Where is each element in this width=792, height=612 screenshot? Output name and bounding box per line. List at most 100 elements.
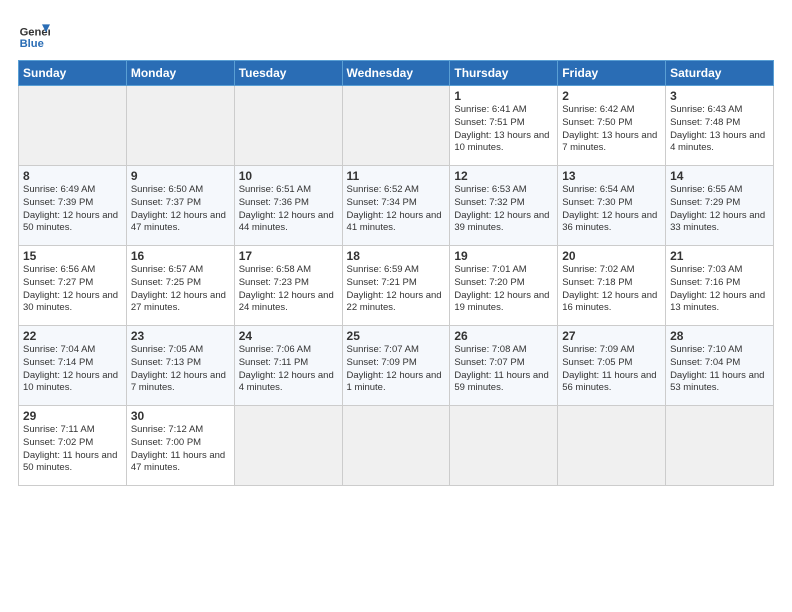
day-number: 16 [131,249,230,263]
day-number: 21 [670,249,769,263]
weekday-header-thursday: Thursday [450,61,558,86]
day-number: 19 [454,249,553,263]
day-number: 3 [670,89,769,103]
day-number: 29 [23,409,122,423]
calendar-day-cell [342,406,450,486]
day-info: Sunrise: 6:59 AMSunset: 7:21 PMDaylight:… [347,264,446,315]
calendar-day-cell: 30Sunrise: 7:12 AMSunset: 7:00 PMDayligh… [126,406,234,486]
calendar-day-cell: 15Sunrise: 6:56 AMSunset: 7:27 PMDayligh… [19,246,127,326]
day-number: 20 [562,249,661,263]
calendar-week-1: 1Sunrise: 6:41 AMSunset: 7:51 PMDaylight… [19,86,774,166]
day-number: 1 [454,89,553,103]
day-info: Sunrise: 6:53 AMSunset: 7:32 PMDaylight:… [454,184,553,235]
day-info: Sunrise: 7:12 AMSunset: 7:00 PMDaylight:… [131,424,230,475]
calendar-day-cell: 3Sunrise: 6:43 AMSunset: 7:48 PMDaylight… [666,86,774,166]
calendar-week-3: 15Sunrise: 6:56 AMSunset: 7:27 PMDayligh… [19,246,774,326]
day-number: 22 [23,329,122,343]
calendar-week-2: 8Sunrise: 6:49 AMSunset: 7:39 PMDaylight… [19,166,774,246]
weekday-header-sunday: Sunday [19,61,127,86]
day-info: Sunrise: 7:01 AMSunset: 7:20 PMDaylight:… [454,264,553,315]
calendar-day-cell: 12Sunrise: 6:53 AMSunset: 7:32 PMDayligh… [450,166,558,246]
day-info: Sunrise: 6:51 AMSunset: 7:36 PMDaylight:… [239,184,338,235]
day-number: 15 [23,249,122,263]
calendar-week-5: 29Sunrise: 7:11 AMSunset: 7:02 PMDayligh… [19,406,774,486]
calendar-day-cell: 29Sunrise: 7:11 AMSunset: 7:02 PMDayligh… [19,406,127,486]
day-number: 12 [454,169,553,183]
day-number: 27 [562,329,661,343]
weekday-header-friday: Friday [558,61,666,86]
day-info: Sunrise: 6:41 AMSunset: 7:51 PMDaylight:… [454,104,553,155]
day-info: Sunrise: 6:49 AMSunset: 7:39 PMDaylight:… [23,184,122,235]
day-number: 23 [131,329,230,343]
calendar-day-cell: 25Sunrise: 7:07 AMSunset: 7:09 PMDayligh… [342,326,450,406]
calendar-table: SundayMondayTuesdayWednesdayThursdayFrid… [18,60,774,486]
day-info: Sunrise: 6:55 AMSunset: 7:29 PMDaylight:… [670,184,769,235]
day-number: 18 [347,249,446,263]
calendar-day-cell [126,86,234,166]
calendar-day-cell: 23Sunrise: 7:05 AMSunset: 7:13 PMDayligh… [126,326,234,406]
weekday-header-saturday: Saturday [666,61,774,86]
day-info: Sunrise: 6:43 AMSunset: 7:48 PMDaylight:… [670,104,769,155]
calendar-day-cell: 13Sunrise: 6:54 AMSunset: 7:30 PMDayligh… [558,166,666,246]
day-number: 11 [347,169,446,183]
calendar-day-cell [450,406,558,486]
weekday-header-tuesday: Tuesday [234,61,342,86]
calendar-day-cell: 20Sunrise: 7:02 AMSunset: 7:18 PMDayligh… [558,246,666,326]
day-info: Sunrise: 6:56 AMSunset: 7:27 PMDaylight:… [23,264,122,315]
calendar-day-cell: 27Sunrise: 7:09 AMSunset: 7:05 PMDayligh… [558,326,666,406]
calendar-day-cell: 22Sunrise: 7:04 AMSunset: 7:14 PMDayligh… [19,326,127,406]
day-info: Sunrise: 6:54 AMSunset: 7:30 PMDaylight:… [562,184,661,235]
day-info: Sunrise: 7:03 AMSunset: 7:16 PMDaylight:… [670,264,769,315]
day-info: Sunrise: 7:07 AMSunset: 7:09 PMDaylight:… [347,344,446,395]
page: General Blue SundayMondayTuesdayWednesda… [0,0,792,612]
calendar-day-cell: 24Sunrise: 7:06 AMSunset: 7:11 PMDayligh… [234,326,342,406]
day-info: Sunrise: 7:09 AMSunset: 7:05 PMDaylight:… [562,344,661,395]
calendar-day-cell: 2Sunrise: 6:42 AMSunset: 7:50 PMDaylight… [558,86,666,166]
calendar-day-cell [558,406,666,486]
weekday-header-wednesday: Wednesday [342,61,450,86]
day-info: Sunrise: 7:10 AMSunset: 7:04 PMDaylight:… [670,344,769,395]
calendar-day-cell: 16Sunrise: 6:57 AMSunset: 7:25 PMDayligh… [126,246,234,326]
header: General Blue [18,18,774,50]
calendar-day-cell [342,86,450,166]
day-info: Sunrise: 6:42 AMSunset: 7:50 PMDaylight:… [562,104,661,155]
calendar-day-cell: 10Sunrise: 6:51 AMSunset: 7:36 PMDayligh… [234,166,342,246]
calendar-day-cell: 21Sunrise: 7:03 AMSunset: 7:16 PMDayligh… [666,246,774,326]
calendar-day-cell: 9Sunrise: 6:50 AMSunset: 7:37 PMDaylight… [126,166,234,246]
calendar-day-cell [234,86,342,166]
day-info: Sunrise: 7:05 AMSunset: 7:13 PMDaylight:… [131,344,230,395]
calendar-day-cell: 8Sunrise: 6:49 AMSunset: 7:39 PMDaylight… [19,166,127,246]
weekday-header-row: SundayMondayTuesdayWednesdayThursdayFrid… [19,61,774,86]
calendar-day-cell: 14Sunrise: 6:55 AMSunset: 7:29 PMDayligh… [666,166,774,246]
day-number: 28 [670,329,769,343]
day-number: 13 [562,169,661,183]
logo: General Blue [18,18,50,50]
day-info: Sunrise: 6:57 AMSunset: 7:25 PMDaylight:… [131,264,230,315]
day-number: 10 [239,169,338,183]
calendar-day-cell [19,86,127,166]
calendar-day-cell [234,406,342,486]
calendar-day-cell: 28Sunrise: 7:10 AMSunset: 7:04 PMDayligh… [666,326,774,406]
day-info: Sunrise: 7:08 AMSunset: 7:07 PMDaylight:… [454,344,553,395]
day-info: Sunrise: 6:52 AMSunset: 7:34 PMDaylight:… [347,184,446,235]
day-info: Sunrise: 7:04 AMSunset: 7:14 PMDaylight:… [23,344,122,395]
day-info: Sunrise: 7:02 AMSunset: 7:18 PMDaylight:… [562,264,661,315]
calendar-day-cell: 26Sunrise: 7:08 AMSunset: 7:07 PMDayligh… [450,326,558,406]
logo-icon: General Blue [18,18,50,50]
weekday-header-monday: Monday [126,61,234,86]
day-number: 2 [562,89,661,103]
day-number: 30 [131,409,230,423]
day-info: Sunrise: 6:50 AMSunset: 7:37 PMDaylight:… [131,184,230,235]
calendar-day-cell: 11Sunrise: 6:52 AMSunset: 7:34 PMDayligh… [342,166,450,246]
day-number: 24 [239,329,338,343]
calendar-week-4: 22Sunrise: 7:04 AMSunset: 7:14 PMDayligh… [19,326,774,406]
day-number: 17 [239,249,338,263]
calendar-day-cell: 18Sunrise: 6:59 AMSunset: 7:21 PMDayligh… [342,246,450,326]
calendar-day-cell [666,406,774,486]
day-number: 9 [131,169,230,183]
day-info: Sunrise: 7:11 AMSunset: 7:02 PMDaylight:… [23,424,122,475]
svg-text:Blue: Blue [20,38,44,50]
day-number: 26 [454,329,553,343]
calendar-day-cell: 17Sunrise: 6:58 AMSunset: 7:23 PMDayligh… [234,246,342,326]
calendar-day-cell: 19Sunrise: 7:01 AMSunset: 7:20 PMDayligh… [450,246,558,326]
